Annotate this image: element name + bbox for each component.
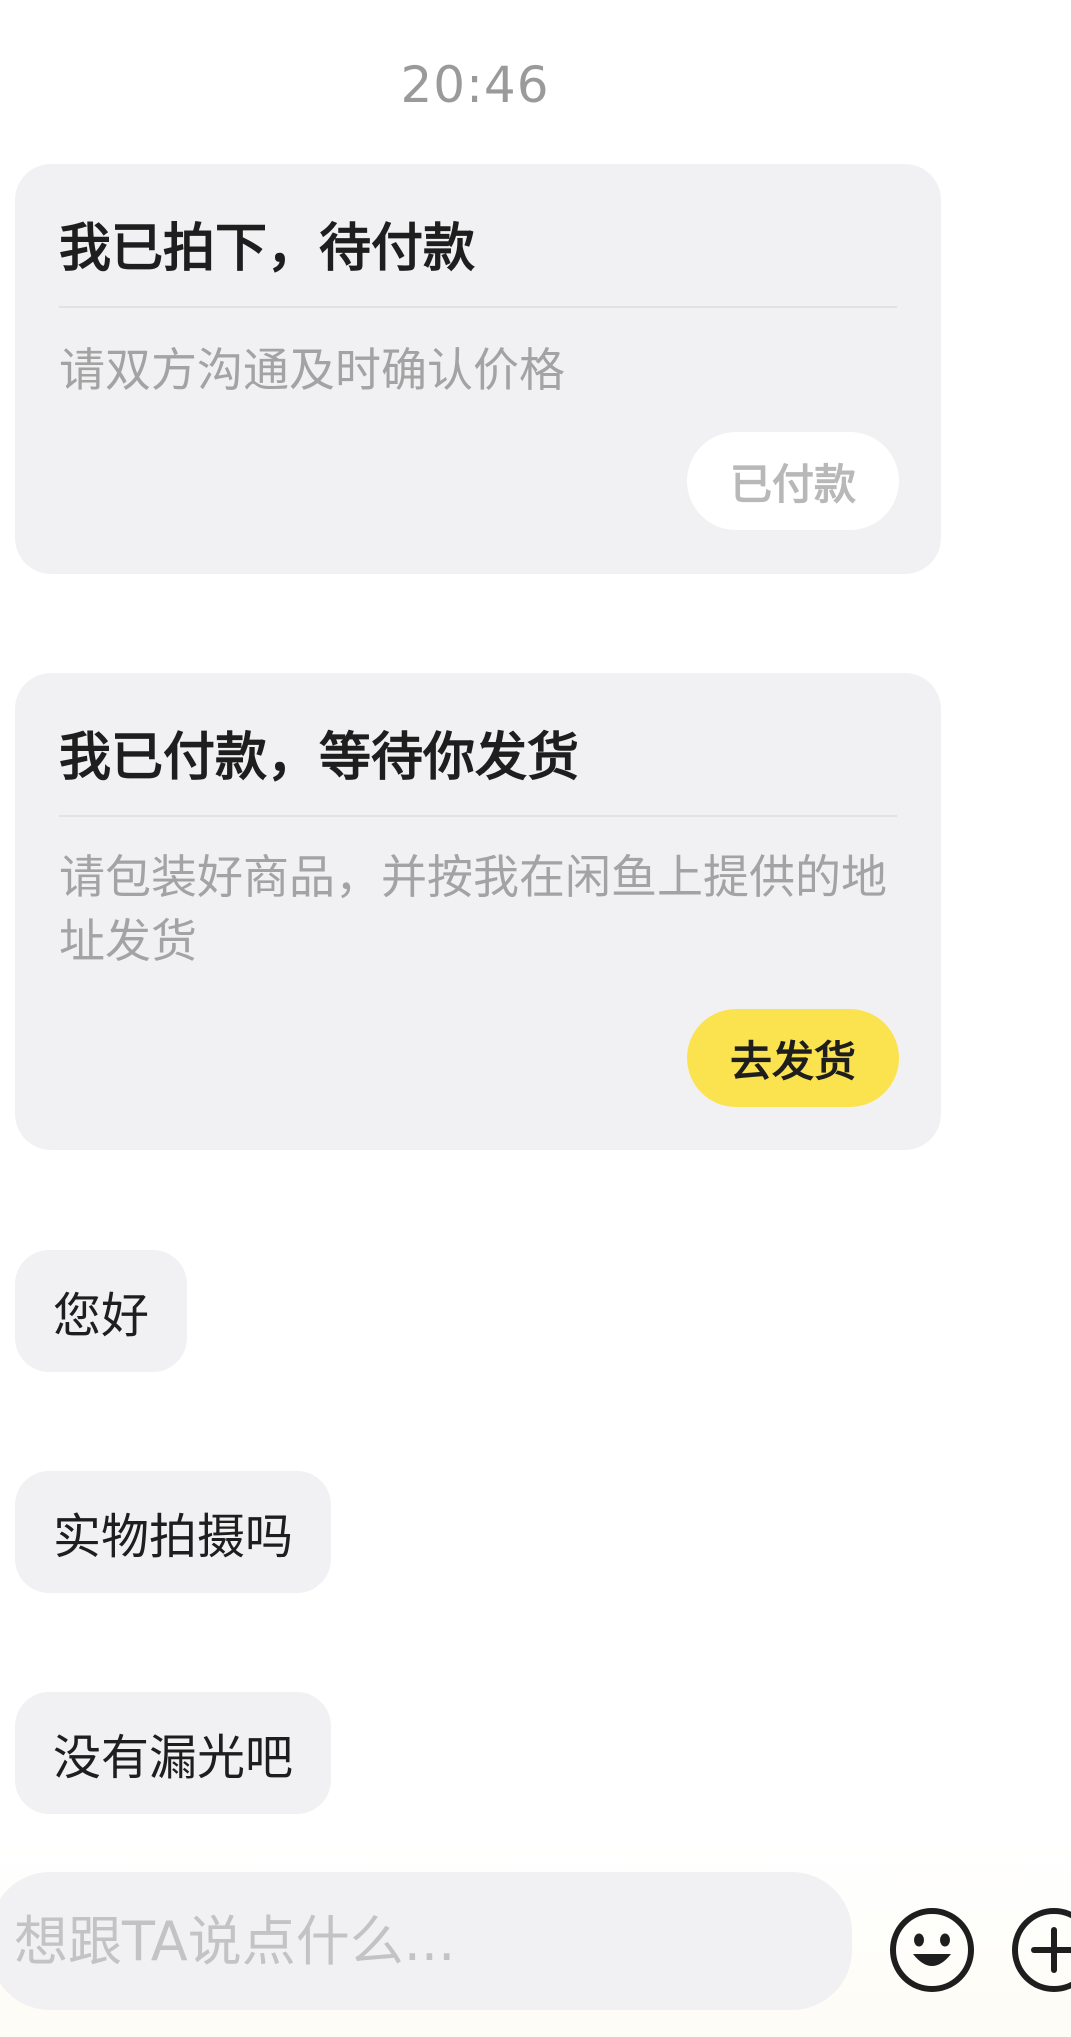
message-input-container[interactable] (0, 1872, 852, 2010)
emoji-button[interactable] (888, 1906, 976, 1994)
order-card-pending-payment: 我已拍下，待付款 请双方沟通及时确认价格 已付款 (15, 164, 941, 574)
card-divider (59, 815, 897, 817)
more-button[interactable] (1010, 1906, 1071, 1994)
chat-timestamp: 20:46 (400, 56, 550, 114)
message-bubble[interactable]: 没有漏光吧 (15, 1692, 332, 1814)
emoji-icon (890, 1908, 974, 1992)
paid-button[interactable]: 已付款 (687, 432, 899, 530)
message-bubble[interactable]: 实物拍摄吗 (15, 1471, 332, 1593)
card-description: 请双方沟通及时确认价格 (59, 343, 565, 397)
card-title: 我已拍下，待付款 (59, 219, 476, 279)
card-divider (59, 306, 897, 308)
order-card-awaiting-shipment: 我已付款，等待你发货 请包装好商品，并按我在闲鱼上提供的地址发货 去发货 (15, 673, 941, 1150)
card-description: 请包装好商品，并按我在闲鱼上提供的地址发货 (59, 850, 887, 968)
message-input[interactable] (14, 1909, 814, 1973)
plus-icon (1012, 1908, 1071, 1992)
ship-button[interactable]: 去发货 (687, 1009, 899, 1107)
card-title: 我已付款，等待你发货 (59, 728, 580, 788)
message-bubble[interactable]: 您好 (15, 1250, 188, 1372)
